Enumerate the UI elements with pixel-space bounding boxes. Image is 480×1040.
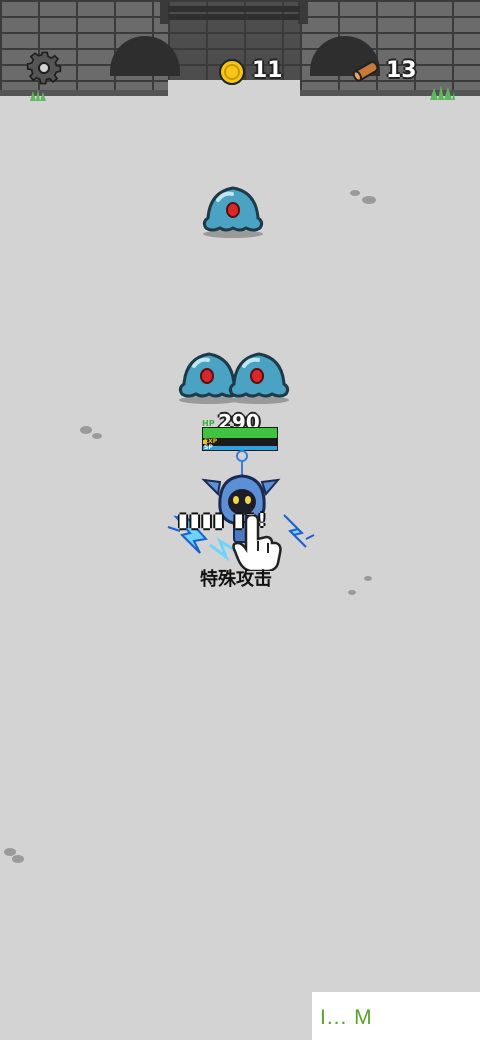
pebble bbox=[12, 855, 24, 863]
gate-bar bbox=[168, 6, 300, 12]
gate-pillar-right bbox=[298, 0, 308, 24]
hp-bar-fill bbox=[203, 428, 277, 438]
wall-base-left bbox=[0, 90, 168, 96]
slime-enemy[interactable] bbox=[200, 182, 266, 238]
gear-icon bbox=[26, 51, 62, 85]
coin-count: 11 bbox=[252, 58, 283, 83]
grass-tuft bbox=[428, 84, 456, 104]
pebble bbox=[348, 590, 356, 595]
game-stage[interactable]: 11 13 HP 290 EXP SP ▮▮▮▮ ▮▮! 特殊攻击 I... M bbox=[0, 0, 480, 1040]
watermark-text: I... M bbox=[320, 1006, 373, 1029]
gate-bar bbox=[168, 14, 300, 20]
pebble bbox=[364, 576, 372, 581]
tap-hand-icon bbox=[232, 513, 284, 573]
special-attack-label: 特殊攻击 bbox=[200, 569, 272, 590]
gate-pillar-left bbox=[160, 0, 170, 24]
pebble bbox=[92, 433, 102, 439]
pebble bbox=[362, 196, 376, 204]
slime-enemy[interactable] bbox=[226, 348, 292, 404]
log-icon bbox=[350, 58, 382, 84]
player-stats-panel: HP 290 EXP SP bbox=[202, 410, 282, 452]
coin-icon bbox=[218, 58, 246, 86]
settings-button[interactable] bbox=[24, 48, 64, 88]
wood-count: 13 bbox=[386, 58, 417, 83]
pebble bbox=[350, 190, 360, 196]
pebble bbox=[80, 426, 92, 434]
watermark-box: I... M bbox=[312, 992, 480, 1040]
grass-tuft bbox=[28, 86, 48, 105]
